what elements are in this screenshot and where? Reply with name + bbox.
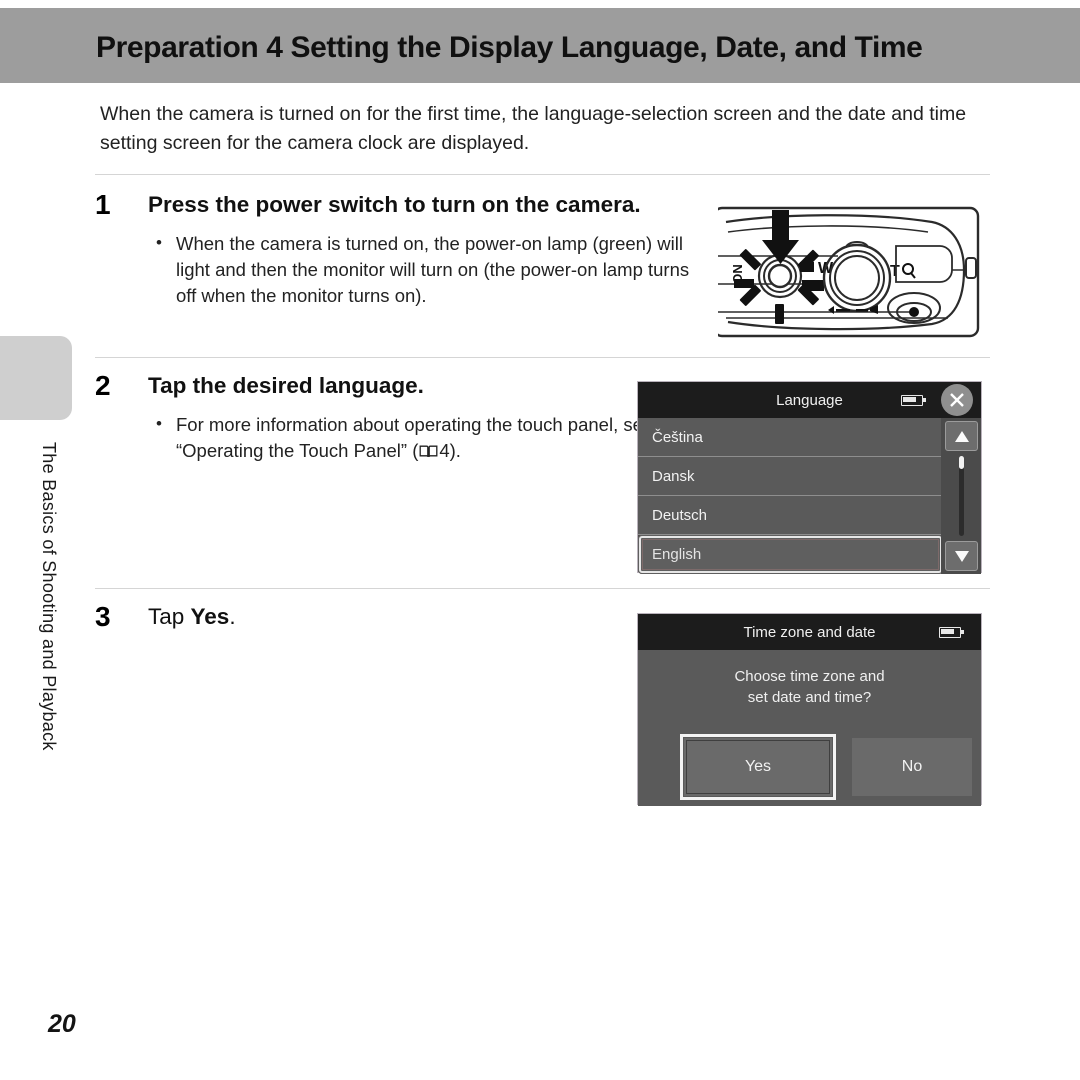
step-1-bullet-1: When the camera is turned on, the power-… bbox=[151, 230, 696, 309]
battery-icon bbox=[901, 395, 926, 406]
step-3-heading-bold: Yes bbox=[190, 604, 230, 629]
language-item-label: Deutsch bbox=[652, 507, 708, 524]
timezone-prompt-line-2: set date and time? bbox=[747, 689, 872, 706]
timezone-prompt: Choose time zone and set date and time? bbox=[638, 666, 981, 708]
language-item-dansk[interactable]: Dansk bbox=[638, 457, 943, 496]
manual-book-icon bbox=[419, 440, 438, 466]
step-1-heading: Press the power switch to turn on the ca… bbox=[148, 192, 641, 217]
language-scroll-column bbox=[941, 418, 981, 574]
step-1-number: 1 bbox=[95, 189, 111, 220]
chapter-label: The Basics of Shooting and Playback bbox=[39, 442, 59, 751]
step-3-number: 3 bbox=[95, 601, 111, 632]
yes-button[interactable]: Yes bbox=[680, 734, 836, 800]
no-button[interactable]: No bbox=[852, 738, 972, 796]
timezone-screen: Time zone and date Choose time zone and … bbox=[637, 613, 982, 806]
language-item-label: Dansk bbox=[652, 468, 695, 485]
step-1-bullets: When the camera is turned on, the power-… bbox=[151, 230, 696, 309]
language-list: Čeština Dansk Deutsch English bbox=[638, 418, 943, 574]
divider-above-step-2 bbox=[95, 357, 990, 358]
camera-top-view-illustration: ON W T bbox=[712, 200, 983, 345]
scrollbar-thumb[interactable] bbox=[959, 456, 964, 469]
timezone-screen-titlebar: Time zone and date bbox=[638, 614, 981, 650]
timezone-button-row: Yes No bbox=[652, 734, 972, 800]
step-2-bullets: For more information about operating the… bbox=[151, 411, 661, 466]
step-2-bullet-1: For more information about operating the… bbox=[151, 411, 661, 466]
scrollbar-track[interactable] bbox=[959, 456, 964, 536]
language-item-cestina[interactable]: Čeština bbox=[638, 418, 943, 457]
chapter-tab-marker bbox=[0, 336, 72, 420]
step-3-heading: Tap Yes. bbox=[148, 604, 236, 630]
step-3-heading-prefix: Tap bbox=[148, 604, 191, 629]
timezone-prompt-line-1: Choose time zone and bbox=[734, 668, 885, 685]
step-2-heading: Tap the desired language. bbox=[148, 373, 424, 398]
divider-above-step-3 bbox=[95, 588, 990, 589]
language-screen-title: Language bbox=[776, 392, 843, 409]
timezone-screen-title: Time zone and date bbox=[743, 624, 876, 641]
timezone-screen-body: Choose time zone and set date and time? … bbox=[638, 650, 981, 806]
svg-text:T: T bbox=[890, 263, 900, 280]
language-screen-titlebar: Language bbox=[638, 382, 981, 418]
close-icon[interactable] bbox=[941, 384, 973, 416]
battery-icon bbox=[939, 627, 964, 638]
page-header-band: Preparation 4 Setting the Display Langua… bbox=[0, 8, 1080, 83]
triangle-down-icon[interactable] bbox=[945, 541, 978, 571]
language-item-english[interactable]: English bbox=[638, 535, 943, 574]
language-item-label: English bbox=[652, 546, 702, 563]
page-number: 20 bbox=[48, 1010, 76, 1038]
language-screen: Language Čeština Dansk Deutsch English bbox=[637, 381, 982, 574]
step-2-number: 2 bbox=[95, 370, 111, 401]
language-item-deutsch[interactable]: Deutsch bbox=[638, 496, 943, 535]
manual-page: Preparation 4 Setting the Display Langua… bbox=[0, 0, 1080, 1080]
intro-paragraph: When the camera is turned on for the fir… bbox=[100, 103, 967, 154]
step-3-heading-suffix: . bbox=[229, 604, 236, 629]
step-2-bullet-suffix: 4). bbox=[439, 440, 461, 461]
page-title: Preparation 4 Setting the Display Langua… bbox=[96, 31, 923, 64]
step-2-bullet-text: For more information about operating the… bbox=[176, 414, 654, 461]
language-item-label: Čeština bbox=[652, 429, 703, 446]
triangle-up-icon[interactable] bbox=[945, 421, 978, 451]
divider-above-step-1 bbox=[95, 174, 990, 175]
